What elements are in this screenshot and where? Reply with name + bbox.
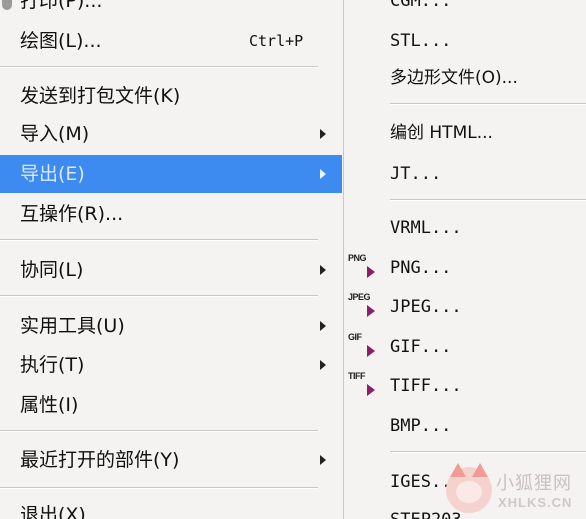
jpeg-icon: JPEG xyxy=(348,291,378,325)
export-item-bmp[interactable]: BMP... xyxy=(390,409,451,443)
submenu-separator xyxy=(390,451,586,453)
menu-item-label: 执行(T) xyxy=(20,354,85,376)
menu-separator xyxy=(0,487,318,489)
export-item-jt[interactable]: JT... xyxy=(390,157,441,191)
submenu-arrow-icon xyxy=(320,169,326,179)
menu-item-interoperate[interactable]: 互操作(R)... xyxy=(0,195,342,233)
menu-item-label: 导出(E) xyxy=(20,163,85,185)
export-item-png[interactable]: PNG... xyxy=(390,251,451,285)
menu-item-exit[interactable]: 退出(X) xyxy=(0,496,342,519)
menu-item-utilities[interactable]: 实用工具(U) xyxy=(0,307,342,345)
watermark-logo: 小狐狸网 XHLKS.CN xyxy=(446,463,586,519)
menu-separator xyxy=(0,430,318,432)
export-item-jpeg[interactable]: JPEG... xyxy=(390,290,462,324)
submenu-arrow-icon xyxy=(320,360,326,370)
menu-item-label: 最近打开的部件(Y) xyxy=(20,449,180,471)
menu-item-properties[interactable]: 属性(I) xyxy=(0,386,342,424)
submenu-arrow-icon xyxy=(320,265,326,275)
submenu-separator xyxy=(390,103,586,105)
submenu-separator xyxy=(390,199,586,201)
menu-item-recent-parts[interactable]: 最近打开的部件(Y) xyxy=(0,441,342,479)
export-item-gif[interactable]: GIF... xyxy=(390,330,451,364)
submenu-arrow-icon xyxy=(320,129,326,139)
menu-item-label: 打印(P)... xyxy=(20,0,103,12)
menu-separator xyxy=(0,66,318,68)
menu-item-label: 互操作(R)... xyxy=(20,203,124,225)
menu-item-plot[interactable]: 绘图(L)... Ctrl+P xyxy=(0,22,342,60)
file-menu: 打印(P)... 绘图(L)... Ctrl+P 发送到打包文件(K) 导入(M… xyxy=(0,0,342,519)
export-item-vrml[interactable]: VRML... xyxy=(390,211,462,245)
watermark-title: 小狐狸网 xyxy=(496,473,572,494)
menu-separator xyxy=(0,295,318,297)
submenu-arrow-icon xyxy=(320,455,326,465)
menu-separator xyxy=(0,239,318,241)
menu-item-label: 发送到打包文件(K) xyxy=(20,85,181,107)
menu-item-label: 退出(X) xyxy=(20,504,86,519)
menu-item-send-to-package[interactable]: 发送到打包文件(K) xyxy=(0,77,342,115)
menu-item-collaborate[interactable]: 协同(L) xyxy=(0,251,342,289)
export-item-cgm[interactable]: CGM... xyxy=(390,0,451,18)
menu-item-label: 属性(I) xyxy=(20,394,79,416)
gif-icon: GIF xyxy=(348,331,378,365)
menu-item-label: 导入(M) xyxy=(20,123,90,145)
menu-item-label: 绘图(L)... xyxy=(20,30,102,52)
export-item-author-html[interactable]: 编创 HTML... xyxy=(390,116,493,150)
export-item-tiff[interactable]: TIFF... xyxy=(390,369,462,403)
menu-item-execute[interactable]: 执行(T) xyxy=(0,346,342,384)
menu-item-print[interactable]: 打印(P)... xyxy=(0,0,342,20)
submenu-arrow-icon xyxy=(320,321,326,331)
png-icon: PNG xyxy=(348,252,378,286)
menu-item-import[interactable]: 导入(M) xyxy=(0,115,342,153)
export-item-polygon-file[interactable]: 多边形文件(O)... xyxy=(390,61,518,95)
menu-item-export[interactable]: 导出(E) xyxy=(0,155,342,193)
menu-item-label: 实用工具(U) xyxy=(20,315,125,337)
export-item-stl[interactable]: STL... xyxy=(390,24,451,58)
watermark-subtitle: XHLKS.CN xyxy=(498,495,573,510)
menu-item-shortcut: Ctrl+P xyxy=(249,32,304,50)
tiff-icon: TIFF xyxy=(348,370,378,404)
menu-item-label: 协同(L) xyxy=(20,259,84,281)
fox-logo-icon xyxy=(446,463,492,513)
